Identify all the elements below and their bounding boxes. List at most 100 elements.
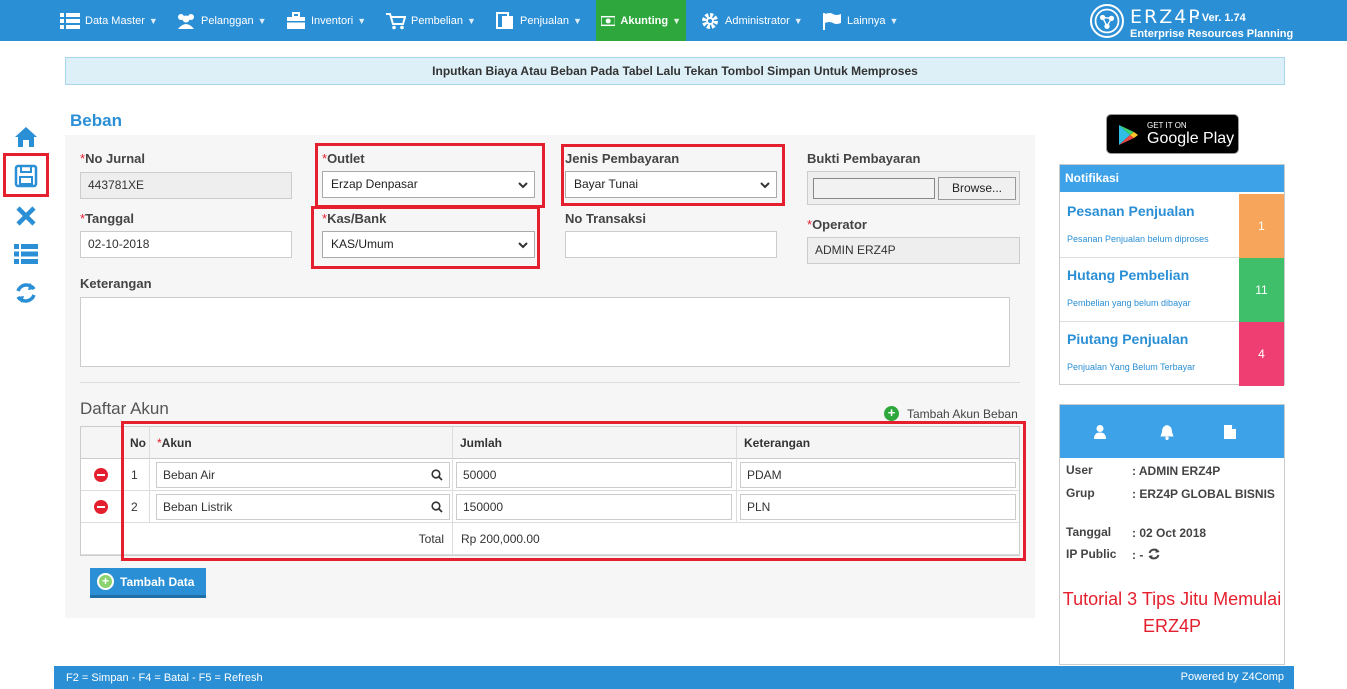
cart-icon <box>386 12 406 29</box>
user-value: : ADMIN ERZ4P <box>1132 464 1221 478</box>
daftar-akun-title: Daftar Akun <box>80 399 169 418</box>
no-transaksi-field[interactable] <box>565 231 777 258</box>
operator-field: ADMIN ERZ4P <box>807 237 1020 264</box>
notification-subtitle: Penjualan Yang Belum Terbayar <box>1067 362 1196 372</box>
file-path-field[interactable] <box>813 178 935 199</box>
tanggal-value: : 02 Oct 2018 <box>1132 526 1207 540</box>
nav-label: Lainnya <box>847 14 886 27</box>
grup-value: : ERZ4P GLOBAL BISNIS <box>1132 487 1275 501</box>
remove-row-icon[interactable] <box>94 500 108 514</box>
tutorial-link[interactable]: Tutorial 3 Tips Jitu Memulai ERZ4P <box>1060 586 1284 640</box>
money-icon <box>601 15 616 26</box>
powered-by: Powered by Z4Comp <box>1180 671 1284 683</box>
chevron-down-icon: ▼ <box>466 15 476 26</box>
shortcut-hint: F2 = Simpan - F4 = Batal - F5 = Refresh <box>66 672 263 684</box>
nav-data-master[interactable]: Data Master ▼ <box>60 0 158 41</box>
notification-subtitle: Pembelian yang belum dibayar <box>1067 298 1191 308</box>
no-jurnal-label: *No Jurnal <box>80 151 146 166</box>
notification-item[interactable]: Hutang Pembelian Pembelian yang belum di… <box>1060 258 1284 322</box>
operator-label: *Operator <box>807 217 867 232</box>
highlight-jenis-pembayaran <box>561 144 785 206</box>
google-play-badge[interactable]: GET IT ON Google Play <box>1106 114 1239 154</box>
divider <box>80 382 1020 383</box>
chevron-down-icon: ▼ <box>257 15 267 26</box>
nav-pelanggan[interactable]: Pelanggan ▼ <box>176 0 267 41</box>
nav-pembelian[interactable]: Pembelian ▼ <box>386 0 476 41</box>
chevron-down-icon: ▼ <box>672 15 681 26</box>
table-row <box>81 459 123 491</box>
chevron-down-icon: ▼ <box>889 15 899 26</box>
brand: ERZ4P - Ver. 1.74 Enterprise Resources P… <box>1090 4 1294 40</box>
bukti-pembayaran-label: Bukti Pembayaran <box>807 151 921 166</box>
brand-version: - Ver. 1.74 <box>1195 12 1246 24</box>
notification-subtitle: Pesanan Penjualan belum diproses <box>1067 234 1209 244</box>
nav-label: Pelanggan <box>201 14 254 27</box>
tambah-data-button[interactable]: + Tambah Data <box>90 568 206 598</box>
refresh-icon[interactable] <box>13 280 39 306</box>
notifications-title: Notifikasi <box>1060 165 1284 192</box>
nav-penjualan[interactable]: Penjualan ▼ <box>495 0 582 41</box>
highlight-table <box>121 421 1026 561</box>
notification-item[interactable]: Piutang Penjualan Penjualan Yang Belum T… <box>1060 322 1284 386</box>
table-header-action <box>81 427 123 459</box>
bell-icon[interactable] <box>1160 424 1174 440</box>
file-icon[interactable] <box>1223 424 1237 440</box>
browse-button[interactable]: Browse... <box>938 177 1016 200</box>
briefcase-icon <box>287 11 305 29</box>
notification-count: 11 <box>1239 258 1284 322</box>
remove-row-icon[interactable] <box>94 468 108 482</box>
keterangan-textarea[interactable] <box>80 297 1010 367</box>
notifications-panel: Notifikasi Pesanan Penjualan Pesanan Pen… <box>1059 164 1285 386</box>
footer: F2 = Simpan - F4 = Batal - F5 = Refresh … <box>54 666 1294 689</box>
google-play-line1: GET IT ON <box>1147 121 1187 130</box>
nav-label: Inventori <box>311 14 354 27</box>
google-play-line2: Google Play <box>1147 130 1235 147</box>
tambah-akun-beban-link[interactable]: + Tambah Akun Beban <box>884 406 1018 421</box>
ip-value: : - <box>1132 547 1277 564</box>
notification-item[interactable]: Pesanan Penjualan Pesanan Penjualan belu… <box>1060 194 1284 258</box>
nav-label: Akunting <box>620 14 669 27</box>
user-panel-header <box>1060 405 1284 458</box>
gear-icon <box>702 12 718 29</box>
highlight-outlet <box>315 143 545 208</box>
google-play-icon <box>1119 125 1138 145</box>
user-info-panel: User : ADMIN ERZ4P Grup : ERZ4P GLOBAL B… <box>1059 404 1285 665</box>
no-jurnal-field: 443781XE <box>80 172 292 199</box>
no-transaksi-label: No Transaksi <box>565 211 646 226</box>
user-icon[interactable] <box>1093 424 1107 440</box>
document-icon <box>496 11 513 29</box>
ip-label: IP Public <box>1066 547 1117 561</box>
list-icon <box>60 12 80 29</box>
chevron-down-icon: ▼ <box>357 15 367 26</box>
nav-akunting[interactable]: Akunting ▼ <box>596 0 686 41</box>
chevron-down-icon: ▼ <box>572 15 582 26</box>
table-row <box>81 491 123 523</box>
grup-label: Grup <box>1066 486 1095 500</box>
notification-count: 1 <box>1239 194 1284 258</box>
nav-label: Data Master <box>85 14 145 27</box>
bukti-pembayaran-file: Browse... <box>807 171 1020 205</box>
highlight-kas-bank <box>311 206 540 269</box>
nav-inventori[interactable]: Inventori ▼ <box>286 0 366 41</box>
tanggal-label: Tanggal <box>1066 525 1112 539</box>
info-message: Inputkan Biaya Atau Beban Pada Tabel Lal… <box>65 57 1285 85</box>
home-icon[interactable] <box>13 124 39 150</box>
refresh-icon[interactable] <box>1147 547 1161 561</box>
erz4p-logo-icon <box>1090 4 1124 38</box>
nav-label: Penjualan <box>520 14 569 27</box>
nav-lainnya[interactable]: Lainnya ▼ <box>822 0 898 41</box>
page-title: Beban <box>70 111 122 130</box>
top-navbar: Data Master ▼ Pelanggan ▼ Inventori ▼ Pembe… <box>0 0 1347 41</box>
plus-circle-icon: + <box>97 573 114 590</box>
plus-circle-icon: + <box>884 406 899 421</box>
tanggal-field[interactable]: 02-10-2018 <box>80 231 292 258</box>
nav-label: Pembelian <box>411 14 463 27</box>
keterangan-label: Keterangan <box>80 276 152 291</box>
brand-subtitle: Enterprise Resources Planning <box>1130 28 1294 40</box>
highlight-save <box>3 153 49 197</box>
chevron-down-icon: ▼ <box>793 15 803 26</box>
list-icon[interactable] <box>13 241 39 267</box>
chevron-down-icon: ▼ <box>148 15 158 26</box>
nav-administrator[interactable]: Administrator ▼ <box>700 0 803 41</box>
close-icon[interactable] <box>13 203 39 229</box>
